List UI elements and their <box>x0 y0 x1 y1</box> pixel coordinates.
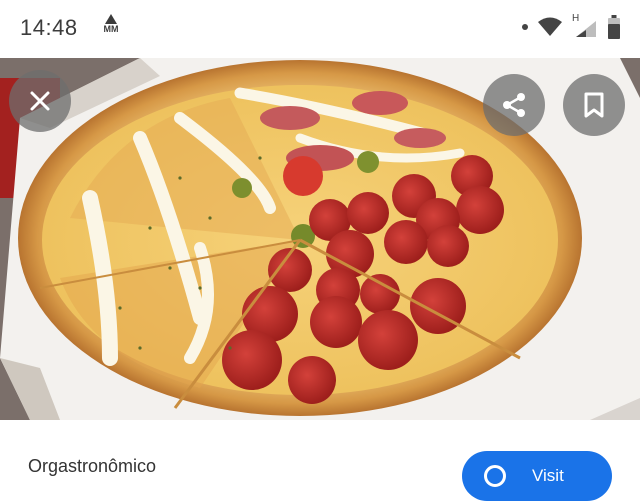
globe-icon <box>484 465 506 487</box>
notification-label: MM <box>103 24 119 34</box>
dot-icon <box>522 24 528 30</box>
visit-button[interactable]: Visit <box>462 451 612 501</box>
share-icon <box>503 93 525 117</box>
close-button[interactable] <box>9 70 71 132</box>
source-name[interactable]: Orgastronômico <box>28 456 156 477</box>
signal-bars-icon <box>576 21 596 37</box>
bookmark-icon <box>584 92 604 118</box>
notification-icon: MM <box>100 14 122 40</box>
result-info-sheet: Orgastronômico Visit <box>0 420 640 501</box>
wifi-icon <box>538 17 562 36</box>
result-image[interactable] <box>0 58 640 420</box>
status-bar: 14:48 MM H <box>0 0 640 58</box>
share-button[interactable] <box>483 74 545 136</box>
visit-label: Visit <box>532 466 564 485</box>
battery-icon <box>608 15 620 39</box>
close-icon <box>30 91 50 111</box>
mobile-signal-icon: H <box>572 13 598 39</box>
bookmark-button[interactable] <box>563 74 625 136</box>
status-time: 14:48 <box>20 15 78 40</box>
status-indicators: H <box>522 13 620 40</box>
